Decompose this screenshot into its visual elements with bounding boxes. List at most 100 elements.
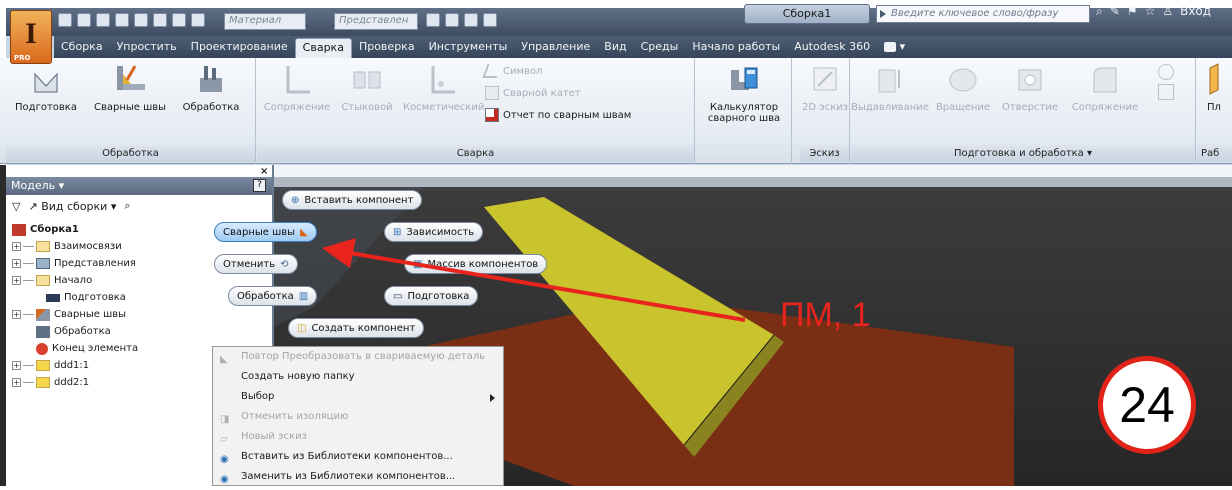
new-icon[interactable] — [58, 13, 72, 27]
tools-icon[interactable]: ✎ — [1110, 4, 1120, 18]
welds-label: Сварные швы — [93, 102, 167, 113]
mm-pattern[interactable]: ▦ Массив компонентов — [404, 254, 548, 274]
redo-icon[interactable] — [134, 13, 148, 27]
tab-extra[interactable]: ▾ — [877, 38, 912, 58]
tree-item-assembly[interactable]: Сборка1 — [12, 221, 138, 238]
clear-appearance-icon[interactable] — [445, 13, 459, 27]
ctx-undo-isolate[interactable]: ◨ Отменить изоляцию — [213, 407, 503, 427]
mm-constraint[interactable]: ⊞ Зависимость — [384, 222, 484, 242]
customize-icon[interactable] — [483, 13, 497, 27]
machining-icon: ▥ — [298, 290, 309, 302]
ctx-repeat[interactable]: ◣ Повтор Преобразовать в свариваемую дета… — [213, 347, 503, 367]
appearance-adjust-icon[interactable] — [426, 13, 440, 27]
tab-inspect[interactable]: Проверка — [352, 38, 422, 58]
material-combo[interactable]: Материал — [224, 13, 306, 30]
weld-calculator[interactable]: Калькулятор сварного шва — [702, 62, 786, 124]
browser-close-icon[interactable]: × — [260, 166, 268, 177]
viewport-tabstrip — [274, 165, 1232, 177]
tree-label: Обработка — [54, 326, 111, 337]
panel-welding: Сопряжение Стыковой Косметический Символ… — [257, 58, 695, 164]
browser-title[interactable]: Модель ▾ — [11, 179, 64, 192]
sketch-2d-button[interactable]: 2D эскиз — [802, 62, 848, 113]
fillet-feature-button[interactable]: Сопряжение — [1065, 62, 1145, 113]
weld-symbol-icon — [482, 64, 502, 78]
expand-icon[interactable]: + — [12, 310, 21, 319]
network-icon[interactable]: ⚑ — [1127, 4, 1138, 18]
mm-machining[interactable]: Обработка ▥ — [228, 286, 318, 306]
preparation-button[interactable]: Подготовка — [10, 62, 82, 113]
sign-in-link[interactable]: Вход — [1180, 4, 1211, 18]
ctx-insert-from-library[interactable]: ◉ Вставить из Библиотеки компонентов... — [213, 447, 503, 467]
hole-button[interactable]: Отверстие — [997, 62, 1063, 113]
tab-autodesk-360[interactable]: Autodesk 360 — [787, 38, 877, 58]
welds-button[interactable]: Сварные швы — [92, 62, 168, 113]
revolve-icon — [946, 62, 980, 96]
update-icon[interactable] — [172, 13, 186, 27]
tree-item-ddd2[interactable]: + ddd2:1 — [12, 374, 138, 391]
mm-create-component[interactable]: ◫ Создать компонент — [288, 318, 425, 338]
extrude-button[interactable]: Выдавливание — [851, 62, 929, 113]
mm-insert-component[interactable]: ⊕ Вставить компонент — [282, 190, 423, 210]
tree-item-origin[interactable]: + Начало — [12, 272, 138, 289]
tab-manage[interactable]: Управление — [514, 38, 597, 58]
weld-report-button[interactable]: Отчет по сварным швам — [485, 108, 631, 122]
tree-item-preparation[interactable]: Подготовка — [12, 289, 138, 306]
tree-item-ddd1[interactable]: + ddd1:1 — [12, 357, 138, 374]
mm-welds[interactable]: Сварные швы ◣ — [214, 222, 317, 242]
expand-icon[interactable]: + — [12, 361, 21, 370]
revolve-button[interactable]: Вращение — [931, 62, 995, 113]
undo-icon[interactable] — [115, 13, 129, 27]
tree-item-end-of-features[interactable]: Конец элемента — [12, 340, 138, 357]
cosmetic-weld-button[interactable]: Косметический — [403, 62, 484, 113]
function-icon[interactable] — [464, 13, 478, 27]
mm-preparation[interactable]: ▭ Подготовка — [384, 286, 479, 306]
appearance-combo[interactable]: Представлен — [334, 13, 418, 30]
filter-icon[interactable]: ▽ — [12, 200, 20, 213]
weld-icon — [113, 62, 147, 96]
expand-arrow-icon[interactable] — [880, 10, 886, 18]
tree-item-representations[interactable]: + Представления — [12, 255, 138, 272]
application-menu-button[interactable]: I PRO — [10, 10, 52, 64]
expand-icon[interactable]: + — [12, 378, 21, 387]
tab-get-started[interactable]: Начало работы — [685, 38, 787, 58]
ctx-new-folder[interactable]: Создать новую папку — [213, 367, 503, 387]
tree-line — [23, 280, 34, 281]
tree-item-welds[interactable]: + Сварные швы — [12, 306, 138, 323]
tab-assembly[interactable]: Сборка — [54, 38, 110, 58]
tree-item-machining[interactable]: Обработка — [12, 323, 138, 340]
machining-button[interactable]: Обработка — [176, 62, 246, 113]
chamfer-small-buttons[interactable] — [1151, 64, 1181, 100]
tab-tools[interactable]: Инструменты — [422, 38, 515, 58]
find-icon[interactable]: ⌕ — [124, 199, 130, 213]
tab-view[interactable]: Вид — [597, 38, 633, 58]
select-icon[interactable] — [191, 13, 205, 27]
fillet-weld-button[interactable]: Сопряжение — [261, 62, 333, 113]
isolate-icon: ◨ — [220, 414, 230, 425]
browser-view-dropdown[interactable]: ↗ Вид сборки ▾ — [28, 200, 116, 213]
ctx-select[interactable]: Выбор — [213, 387, 503, 407]
tab-weld[interactable]: Сварка — [294, 38, 352, 58]
tab-environments[interactable]: Среды — [634, 38, 686, 58]
weld-leg-button[interactable]: Сварной катет — [485, 86, 581, 100]
tree-item-relationships[interactable]: + Взаимосвязи — [12, 238, 138, 255]
browser-help-icon[interactable]: ? — [253, 179, 266, 192]
expand-icon[interactable]: + — [12, 276, 21, 285]
mm-undo[interactable]: Отменить ⟲ — [214, 254, 298, 274]
tab-design[interactable]: Проектирование — [184, 38, 295, 58]
user-icon[interactable]: ♙ — [1162, 4, 1173, 18]
save-icon[interactable] — [96, 13, 110, 27]
expand-icon[interactable]: + — [12, 242, 21, 251]
browser-header[interactable]: Модель ▾ ? — [6, 177, 272, 195]
open-icon[interactable] — [77, 13, 91, 27]
expand-icon[interactable]: + — [12, 259, 21, 268]
help-search-input[interactable]: Введите ключевое слово/фразу — [876, 5, 1090, 23]
groove-weld-button[interactable]: Стыковой — [337, 62, 397, 113]
ctx-replace-from-library[interactable]: ◉ Заменить из Библиотеки компонентов... — [213, 467, 503, 487]
plane-button[interactable]: Пл — [1199, 62, 1229, 113]
favorite-icon[interactable]: ☆ — [1145, 4, 1156, 18]
tab-simplify[interactable]: Упростить — [110, 38, 184, 58]
return-icon[interactable] — [153, 13, 167, 27]
ctx-new-sketch[interactable]: ▱ Новый эскиз — [213, 427, 503, 447]
weld-symbol-button[interactable]: Символ — [482, 64, 542, 78]
binoculars-icon[interactable]: ⌕ — [1096, 4, 1103, 18]
